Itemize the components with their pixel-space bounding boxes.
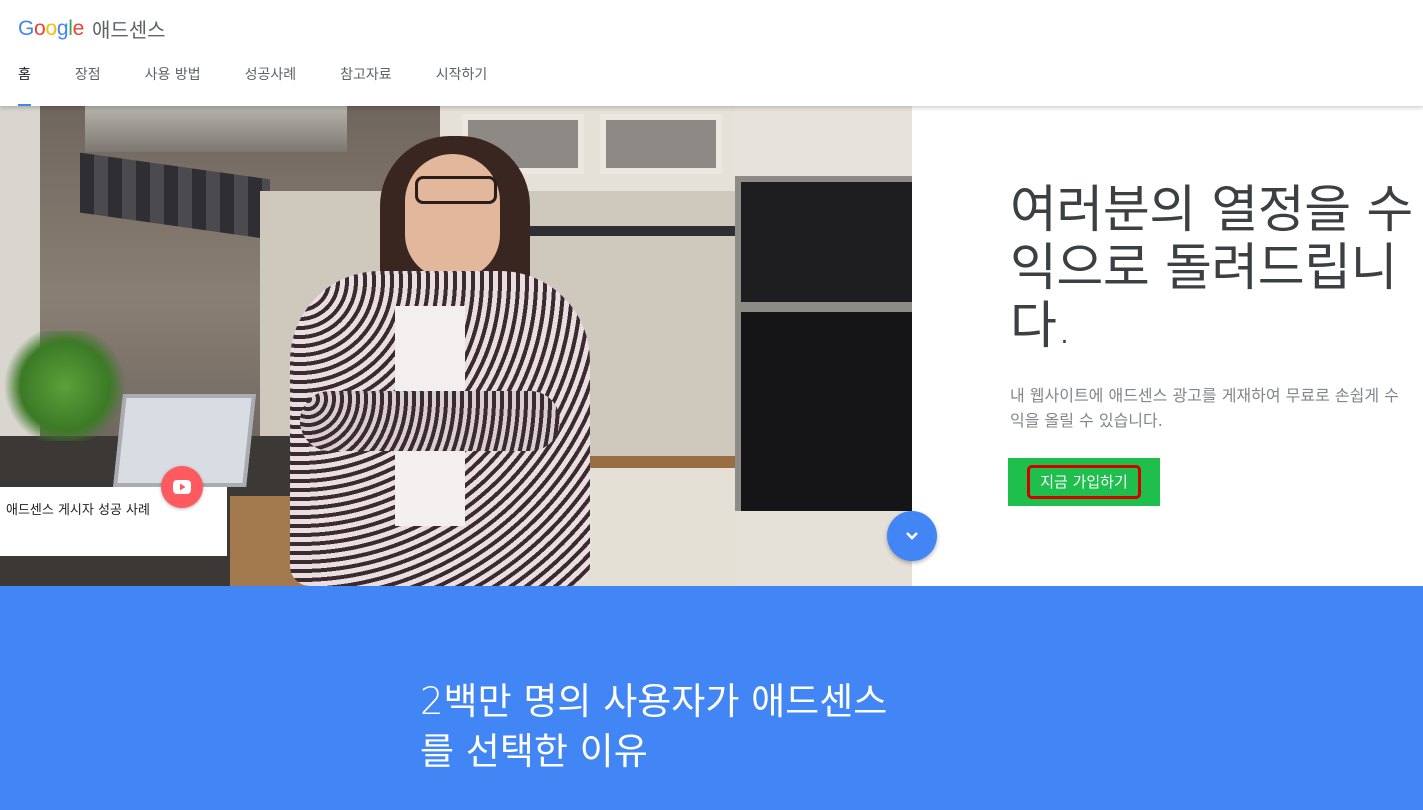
logo-letter: G xyxy=(18,16,35,40)
logo-letter: e xyxy=(72,16,85,40)
google-logo[interactable]: Google xyxy=(18,17,84,41)
cabinet-window xyxy=(600,114,722,174)
lower-cabinet xyxy=(735,511,912,586)
logo-letter: g xyxy=(56,16,69,40)
nav-item-get-started[interactable]: 시작하기 xyxy=(436,58,488,106)
nav-item-resources[interactable]: 참고자료 xyxy=(340,58,392,106)
wall-cabinet xyxy=(735,106,912,176)
hero-title: 여러분의 열정을 수익으로 돌려드립니다. xyxy=(1010,181,1413,356)
person-arms xyxy=(300,391,560,451)
logo-letter: o xyxy=(34,16,46,40)
range-hood xyxy=(85,106,347,152)
plant xyxy=(5,331,125,441)
person-face xyxy=(405,154,500,279)
product-name: 애드센스 xyxy=(91,18,166,42)
scroll-down-button[interactable] xyxy=(887,511,937,561)
why-adsense-section: 2백만 명의 사용자가 애드센스를 선택한 이유 xyxy=(0,586,1423,810)
signup-label: 지금 가입하기 xyxy=(1027,465,1141,499)
main-nav: 홈 장점 사용 방법 성공사례 참고자료 시작하기 xyxy=(0,58,487,106)
nav-item-benefits[interactable]: 장점 xyxy=(75,58,101,106)
nav-item-home[interactable]: 홈 xyxy=(18,58,31,106)
youtube-play-icon xyxy=(173,480,191,494)
nav-item-how-it-works[interactable]: 사용 방법 xyxy=(145,58,201,106)
brand[interactable]: Google 애드센스 xyxy=(18,14,166,43)
oven xyxy=(735,306,912,518)
top-header: Google 애드센스 홈 장점 사용 방법 성공사례 참고자료 시작하기 xyxy=(0,0,1423,106)
nav-item-success-stories[interactable]: 성공사례 xyxy=(245,58,297,106)
hero-description: 내 웹사이트에 애드센스 광고를 게재하여 무료로 손쉽게 수익을 올릴 수 있… xyxy=(1010,386,1399,430)
signup-button[interactable]: 지금 가입하기 xyxy=(1008,458,1160,506)
video-card-title: 애드센스 게시자 성공 사례 xyxy=(6,503,150,518)
microwave xyxy=(735,176,912,308)
person-glasses xyxy=(415,176,497,204)
logo-letter: o xyxy=(45,16,57,40)
section-title: 2백만 명의 사용자가 애드센스를 선택한 이유 xyxy=(420,680,888,773)
chevron-down-icon xyxy=(906,532,918,540)
play-video-button[interactable] xyxy=(161,466,203,508)
tile-stripe xyxy=(80,152,270,240)
